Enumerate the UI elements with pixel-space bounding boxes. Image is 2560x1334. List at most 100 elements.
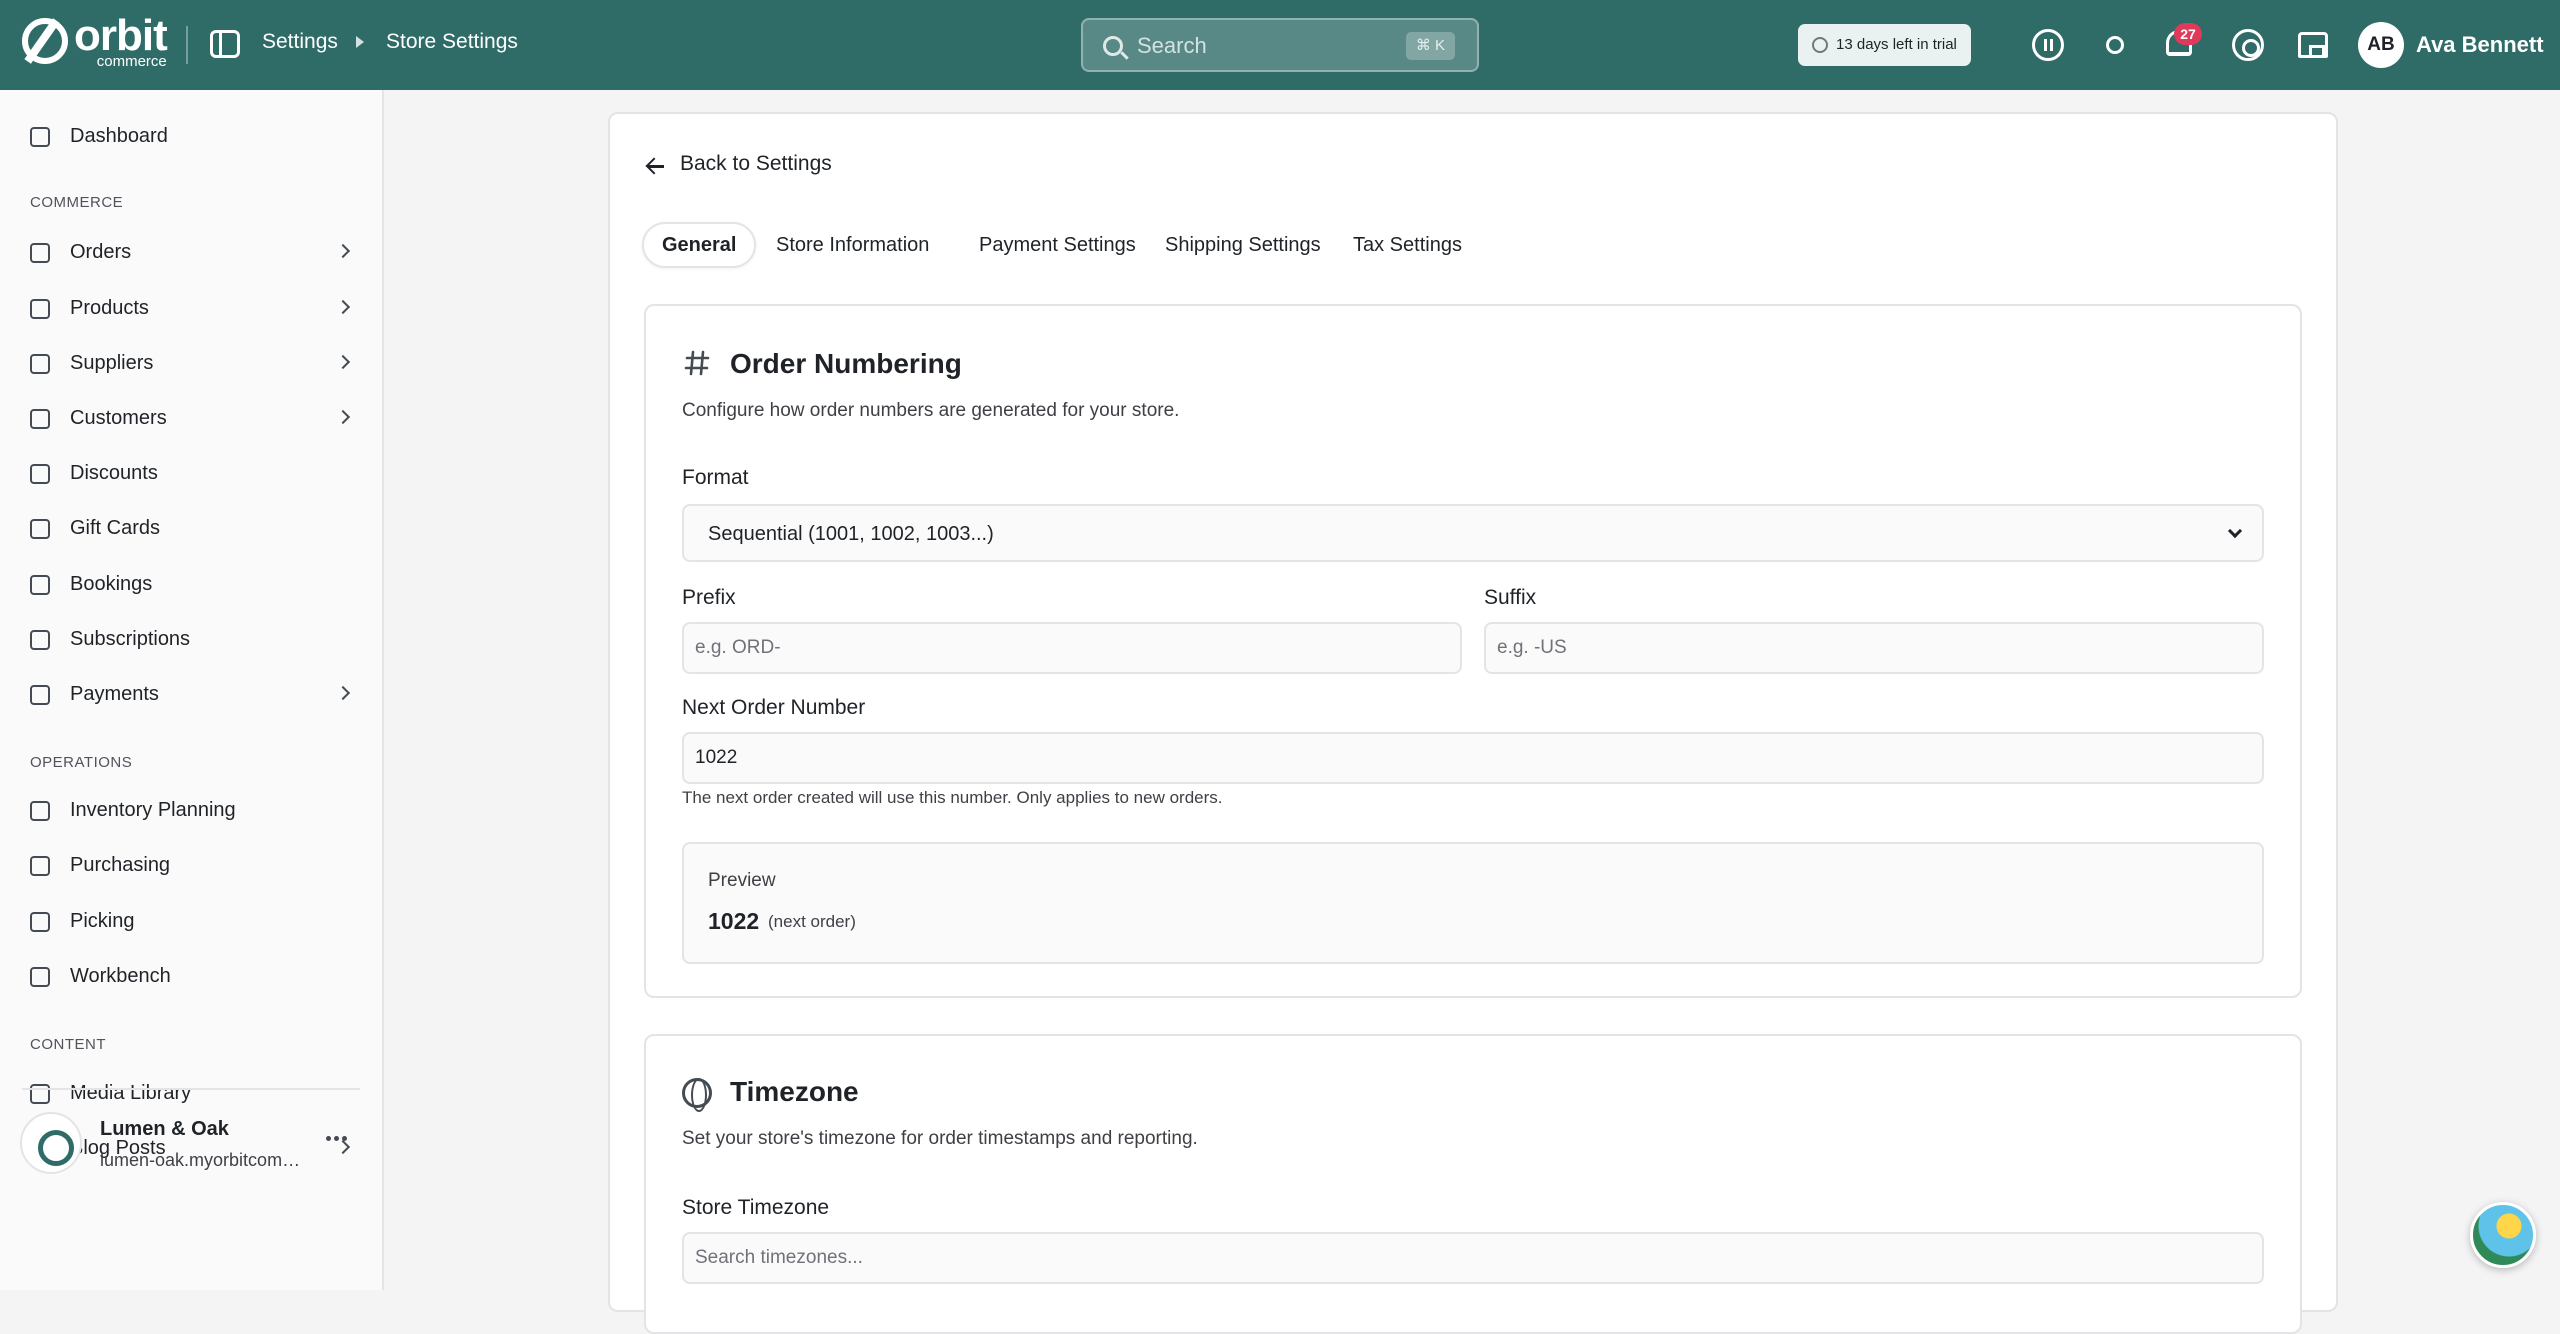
tab-shipping-settings[interactable]: Shipping Settings bbox=[1147, 222, 1339, 268]
calendar-icon bbox=[30, 575, 50, 595]
refresh-icon bbox=[30, 630, 50, 650]
hash-icon bbox=[684, 350, 710, 376]
sidebar-item-label: Suppliers bbox=[70, 351, 154, 374]
workspace-divider bbox=[22, 1088, 360, 1090]
notification-count-badge: 27 bbox=[2174, 23, 2202, 45]
next-order-number-label: Next Order Number bbox=[682, 696, 866, 719]
prefix-label: Prefix bbox=[682, 586, 736, 609]
next-order-number-hint: The next order created will use this num… bbox=[682, 788, 1223, 807]
search-icon bbox=[1103, 36, 1123, 56]
sidebar-item-payments[interactable]: Payments bbox=[28, 674, 360, 714]
sidebar-item-bookings[interactable]: Bookings bbox=[28, 564, 360, 604]
sidebar-item-label: Payments bbox=[70, 682, 159, 705]
brand-name: orbit bbox=[74, 11, 168, 60]
workspace-logo[interactable] bbox=[20, 1112, 82, 1174]
format-label: Format bbox=[682, 466, 749, 489]
sidebar-item-label: Inventory Planning bbox=[70, 798, 236, 821]
pause-icon[interactable] bbox=[2032, 29, 2064, 61]
preview-value: 1022 bbox=[708, 908, 760, 934]
breadcrumb-store-settings: Store Settings bbox=[386, 30, 518, 53]
top-bar: orbit commerce Settings Store Settings ⌘… bbox=[0, 0, 2560, 90]
tab-payment-settings[interactable]: Payment Settings bbox=[961, 222, 1154, 268]
card-title: Order Numbering bbox=[730, 348, 962, 379]
search-box[interactable]: ⌘ K bbox=[1081, 18, 1479, 72]
sidebar-item-label: Purchasing bbox=[70, 853, 171, 876]
sidebar-item-label: Orders bbox=[70, 240, 132, 263]
dashboard-icon bbox=[30, 127, 50, 147]
wallet-icon bbox=[30, 685, 50, 705]
sidebar-item-dashboard[interactable]: Dashboard bbox=[28, 116, 360, 156]
user-name[interactable]: Ava Bennett bbox=[2416, 32, 2544, 58]
order-numbering-card: Order Numbering Configure how order numb… bbox=[644, 304, 2302, 998]
section-content: CONTENT bbox=[30, 1036, 106, 1053]
next-order-number-input[interactable] bbox=[682, 732, 2264, 784]
tab-general[interactable]: General bbox=[642, 222, 757, 268]
trial-badge[interactable]: 13 days left in trial bbox=[1798, 24, 1971, 66]
chevron-right-icon bbox=[335, 1139, 351, 1155]
header-divider bbox=[186, 26, 188, 64]
gift-icon bbox=[30, 519, 50, 539]
sidebar-item-picking[interactable]: Picking bbox=[28, 901, 360, 941]
assistant-launcher-button[interactable] bbox=[2470, 1202, 2536, 1268]
search-input[interactable] bbox=[1137, 30, 1387, 62]
orbit-logo-icon bbox=[22, 18, 68, 64]
workspace-url: lumen-oak.myorbitcommerce.com bbox=[100, 1150, 305, 1170]
sidebar-item-label: Media Library bbox=[70, 1081, 192, 1104]
products-icon bbox=[30, 299, 50, 319]
brand-logo[interactable]: orbit commerce bbox=[22, 14, 168, 72]
chevron-down-icon bbox=[2227, 523, 2243, 539]
tag-icon bbox=[30, 464, 50, 484]
more-options-icon[interactable] bbox=[326, 1136, 348, 1142]
sidebar-item-orders[interactable]: Orders bbox=[28, 232, 360, 272]
sidebar: Dashboard COMMERCE Orders Products Suppl… bbox=[0, 90, 384, 1290]
breadcrumb-settings[interactable]: Settings bbox=[262, 30, 338, 54]
timezone-search-input[interactable] bbox=[682, 1232, 2264, 1284]
format-select[interactable]: Sequential (1001, 1002, 1003...) bbox=[682, 504, 2264, 562]
store-timezone-label: Store Timezone bbox=[682, 1196, 830, 1219]
search-shortcut: ⌘ K bbox=[1405, 32, 1455, 60]
sidebar-item-products[interactable]: Products bbox=[28, 288, 360, 328]
sidebar-item-media-library[interactable]: Media Library bbox=[28, 1073, 360, 1113]
section-operations: OPERATIONS bbox=[30, 754, 133, 771]
card-title: Timezone bbox=[730, 1076, 859, 1107]
sidebar-item-label: Subscriptions bbox=[70, 627, 191, 650]
breadcrumb-chevron-icon bbox=[356, 36, 364, 48]
sidebar-toggle-icon[interactable] bbox=[210, 30, 240, 58]
suffix-input[interactable] bbox=[1484, 622, 2264, 674]
chevron-right-icon bbox=[335, 299, 351, 315]
clipboard-icon bbox=[30, 801, 50, 821]
sun-icon[interactable] bbox=[2106, 36, 2124, 54]
tab-store-information[interactable]: Store Information bbox=[758, 222, 947, 268]
chevron-right-icon bbox=[335, 243, 351, 259]
suppliers-icon bbox=[30, 354, 50, 374]
prefix-input[interactable] bbox=[682, 622, 1462, 674]
user-avatar[interactable]: AB bbox=[2358, 22, 2404, 68]
sidebar-item-inventory-planning[interactable]: Inventory Planning bbox=[28, 790, 360, 830]
sidebar-item-subscriptions[interactable]: Subscriptions bbox=[28, 619, 360, 659]
workspace-name[interactable]: Lumen & Oak bbox=[100, 1118, 229, 1141]
preview-box: Preview 1022 (next order) bbox=[682, 842, 2264, 964]
preview-note: (next order) bbox=[768, 912, 856, 931]
tab-tax-settings[interactable]: Tax Settings bbox=[1335, 222, 1480, 268]
back-to-settings-link[interactable]: Back to Settings bbox=[680, 152, 832, 176]
arrow-left-icon[interactable] bbox=[646, 156, 666, 176]
sidebar-item-label: Discounts bbox=[70, 461, 158, 484]
sidebar-item-purchasing[interactable]: Purchasing bbox=[28, 845, 360, 885]
sidebar-item-discounts[interactable]: Discounts bbox=[28, 453, 360, 493]
chevron-right-icon bbox=[335, 354, 351, 370]
orders-icon bbox=[30, 243, 50, 263]
sidebar-item-label: Workbench bbox=[70, 964, 171, 987]
help-icon[interactable] bbox=[2232, 29, 2264, 61]
sidebar-item-customers[interactable]: Customers bbox=[28, 398, 360, 438]
chevron-right-icon bbox=[335, 409, 351, 425]
image-icon bbox=[30, 1084, 50, 1104]
sidebar-item-label: Customers bbox=[70, 406, 167, 429]
sidebar-item-workbench[interactable]: Workbench bbox=[28, 956, 360, 996]
box-icon bbox=[30, 856, 50, 876]
sidebar-item-gift-cards[interactable]: Gift Cards bbox=[28, 508, 360, 548]
sidebar-item-suppliers[interactable]: Suppliers bbox=[28, 343, 360, 383]
store-icon[interactable] bbox=[2298, 32, 2328, 58]
customers-icon bbox=[30, 409, 50, 429]
clock-icon bbox=[1812, 37, 1828, 53]
trial-text: 13 days left in trial bbox=[1836, 36, 1957, 53]
